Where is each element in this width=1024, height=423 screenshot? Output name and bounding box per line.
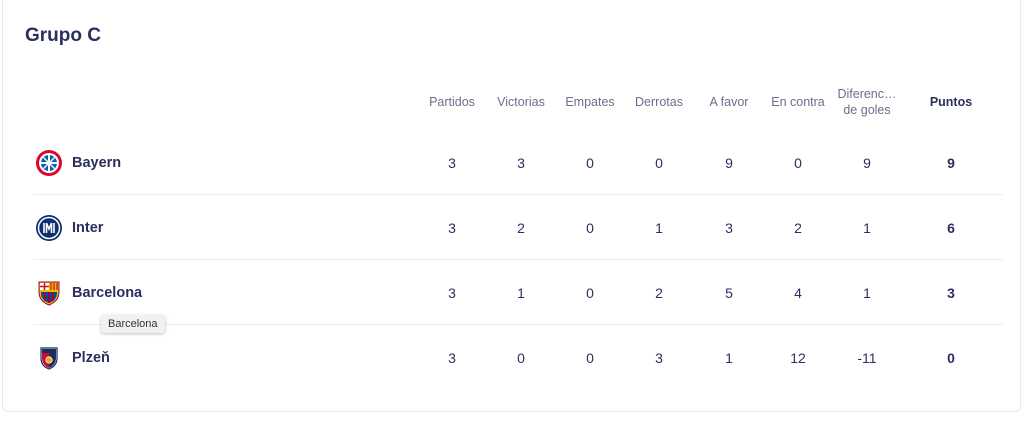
cell-draws: 0	[586, 219, 594, 236]
cell-goals-for: 5	[725, 284, 733, 301]
cell-goal-difference: 1	[863, 219, 871, 236]
cell-goals-for: 3	[725, 219, 733, 236]
cell-goals-for: 1	[725, 349, 733, 366]
cell-played: 3	[448, 154, 456, 171]
table-row: Bayern 3 3 0 0 9 0 9 9	[23, 130, 1003, 195]
bayern-crest-icon	[35, 149, 63, 177]
team-link-inter[interactable]: Inter	[35, 195, 103, 260]
cell-played: 3	[448, 349, 456, 366]
header-draws: Empates	[565, 95, 615, 109]
header-played: Partidos	[429, 95, 475, 109]
cell-goals-against: 4	[794, 284, 802, 301]
header-goals-against: En contra	[771, 95, 825, 109]
cell-goal-difference: 1	[863, 284, 871, 301]
group-title: Grupo C	[25, 25, 101, 46]
cell-goals-for: 9	[725, 154, 733, 171]
cell-draws: 0	[586, 284, 594, 301]
header-losses: Derrotas	[635, 95, 683, 109]
header-goals-for: A favor	[709, 95, 749, 109]
plzen-crest-icon	[35, 344, 63, 372]
cell-goal-difference: -11	[857, 349, 877, 366]
cell-goals-against: 2	[794, 219, 802, 236]
team-name: Inter	[72, 219, 104, 236]
cell-played: 3	[448, 284, 456, 301]
team-link-bayern[interactable]: Bayern	[35, 130, 121, 195]
header-goal-difference: Diferenc… de goles	[837, 87, 897, 117]
cell-losses: 0	[655, 154, 663, 171]
team-tooltip: Barcelona	[101, 315, 165, 333]
cell-goals-against: 0	[794, 154, 802, 171]
cell-goal-difference: 9	[863, 154, 871, 171]
team-name: Barcelona	[72, 284, 143, 301]
cell-goals-against: 12	[790, 349, 806, 366]
cell-draws: 0	[586, 349, 594, 366]
team-name: Bayern	[72, 154, 122, 171]
group-card: Grupo C Partidos Victorias Empates Derro…	[2, 0, 1021, 412]
cell-losses: 2	[655, 284, 663, 301]
team-name: Plzeň	[72, 349, 110, 366]
inter-crest-icon	[35, 214, 63, 242]
table-row: Plzeň 3 0 0 3 1 12 -11 0	[23, 325, 1003, 390]
table-row: Barcelona 3 1 0 2 5 4 1 3	[23, 260, 1003, 325]
cell-losses: 3	[655, 349, 663, 366]
cell-wins: 3	[517, 154, 525, 171]
barcelona-crest-icon	[35, 279, 63, 307]
cell-losses: 1	[655, 219, 663, 236]
cell-wins: 2	[517, 219, 525, 236]
cell-draws: 0	[586, 154, 594, 171]
cell-wins: 1	[517, 284, 525, 301]
header-wins: Victorias	[497, 95, 545, 109]
cell-wins: 0	[517, 349, 525, 366]
cell-points: 3	[947, 284, 955, 301]
cell-points: 9	[947, 154, 955, 171]
cell-points: 0	[947, 349, 955, 366]
team-link-plzen[interactable]: Plzeň	[35, 325, 110, 390]
cell-points: 6	[947, 219, 955, 236]
table-row: Inter 3 2 0 1 3 2 1 6	[23, 195, 1003, 260]
header-points: Puntos	[929, 95, 973, 109]
cell-played: 3	[448, 219, 456, 236]
